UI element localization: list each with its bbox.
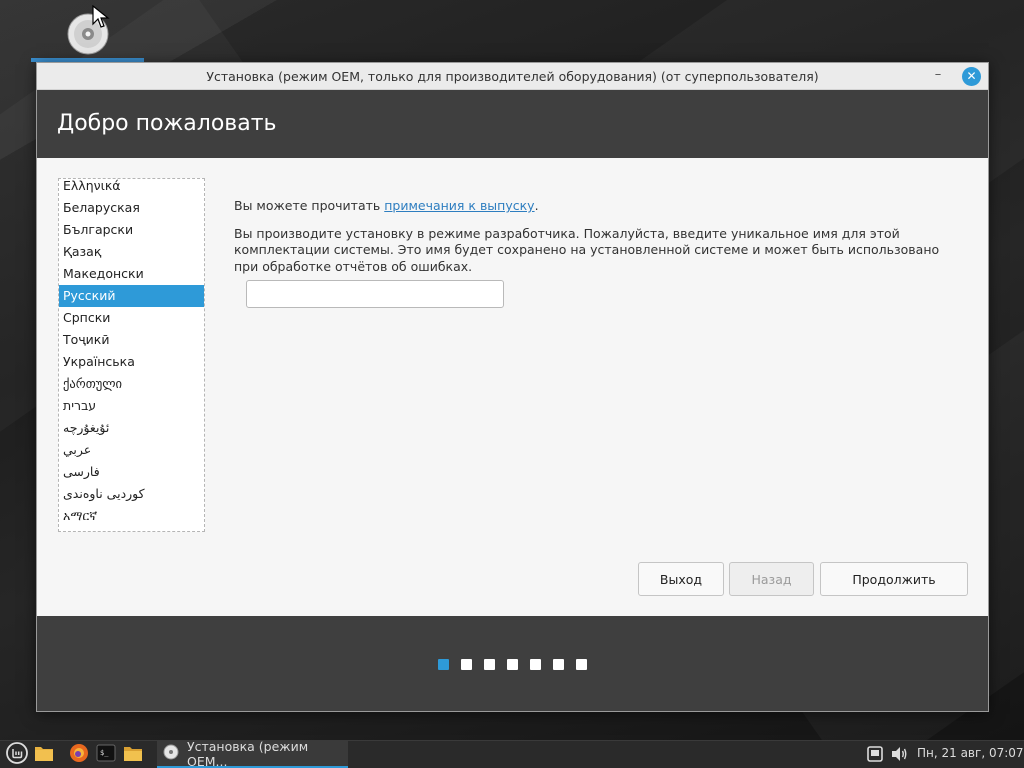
slideshow-dot[interactable] xyxy=(484,659,495,670)
language-item[interactable]: Русский xyxy=(59,285,204,307)
mouse-cursor-icon xyxy=(92,4,110,29)
header-band: Добро пожаловать xyxy=(37,90,988,158)
release-notes-suffix: . xyxy=(534,198,539,213)
slideshow-dot[interactable] xyxy=(576,659,587,670)
language-item[interactable]: Македонски xyxy=(59,263,204,285)
language-item[interactable]: አማርኛ xyxy=(59,505,204,527)
task-label: Установка (режим OEM... xyxy=(187,738,309,768)
oem-name-input[interactable] xyxy=(246,280,504,308)
terminal-icon[interactable]: $_ xyxy=(95,742,117,764)
release-notes-link[interactable]: примечания к выпуску xyxy=(384,198,534,213)
main-content: Ελληνικά Беларуская Български Қазақ Македонс… xyxy=(37,158,988,616)
oem-description: Вы производите установку в режиме разраб… xyxy=(234,225,940,274)
title-bar[interactable]: Установка (режим OEM, только для произво… xyxy=(37,63,988,90)
language-item[interactable]: کوردیی ناوەندی xyxy=(59,483,204,505)
installer-icon xyxy=(163,744,179,763)
language-item[interactable]: Тоҷикӣ xyxy=(59,329,204,351)
minimize-button[interactable]: – xyxy=(930,68,946,84)
language-item[interactable]: ئۇيغۇرچە xyxy=(59,417,204,439)
firefox-icon[interactable] xyxy=(68,742,90,764)
network-icon[interactable] xyxy=(866,745,884,763)
language-item[interactable]: Ελληνικά xyxy=(59,179,204,197)
installer-window: Установка (режим OEM, только для произво… xyxy=(36,62,989,712)
volume-icon[interactable] xyxy=(890,745,908,763)
language-item[interactable]: Українська xyxy=(59,351,204,373)
slideshow-dot[interactable] xyxy=(507,659,518,670)
slideshow-dots xyxy=(438,659,587,670)
release-notes-prefix: Вы можете прочитать xyxy=(234,198,385,213)
slideshow-dot[interactable] xyxy=(461,659,472,670)
language-item[interactable]: ქართული xyxy=(59,373,204,395)
back-button[interactable]: Назад xyxy=(729,562,814,596)
page-title: Добро пожаловать xyxy=(57,111,277,136)
clock[interactable]: Пн, 21 авг, 07:07 xyxy=(917,746,1024,760)
continue-button[interactable]: Продолжить xyxy=(820,562,968,596)
window-title: Установка (режим OEM, только для произво… xyxy=(206,68,819,84)
close-button[interactable]: ✕ xyxy=(962,67,981,86)
files-icon[interactable] xyxy=(33,742,55,764)
slideshow-dot[interactable] xyxy=(553,659,564,670)
quit-button[interactable]: Выход xyxy=(638,562,724,596)
info-text: Вы можете прочитать примечания к выпуску… xyxy=(234,198,954,275)
language-item[interactable]: Беларуская xyxy=(59,197,204,219)
language-item[interactable]: Български xyxy=(59,219,204,241)
language-list[interactable]: Ελληνικά Беларуская Български Қазақ Македонс… xyxy=(58,178,205,532)
folder-icon[interactable] xyxy=(122,742,144,764)
menu-icon[interactable] xyxy=(6,742,28,764)
language-item[interactable]: فارسی xyxy=(59,461,204,483)
slideshow-dot[interactable] xyxy=(530,659,541,670)
release-notes-line: Вы можете прочитать примечания к выпуску… xyxy=(234,198,954,215)
taskbar-installer-task[interactable]: Установка (режим OEM... xyxy=(157,738,348,768)
language-item[interactable]: Српски xyxy=(59,307,204,329)
language-item[interactable]: עברית xyxy=(59,395,204,417)
slideshow-band xyxy=(37,616,988,711)
language-item[interactable]: عربي xyxy=(59,439,204,461)
terminal-glyph: $_ xyxy=(100,749,109,757)
slideshow-dot[interactable] xyxy=(438,659,449,670)
language-item[interactable]: Қазақ xyxy=(59,241,204,263)
